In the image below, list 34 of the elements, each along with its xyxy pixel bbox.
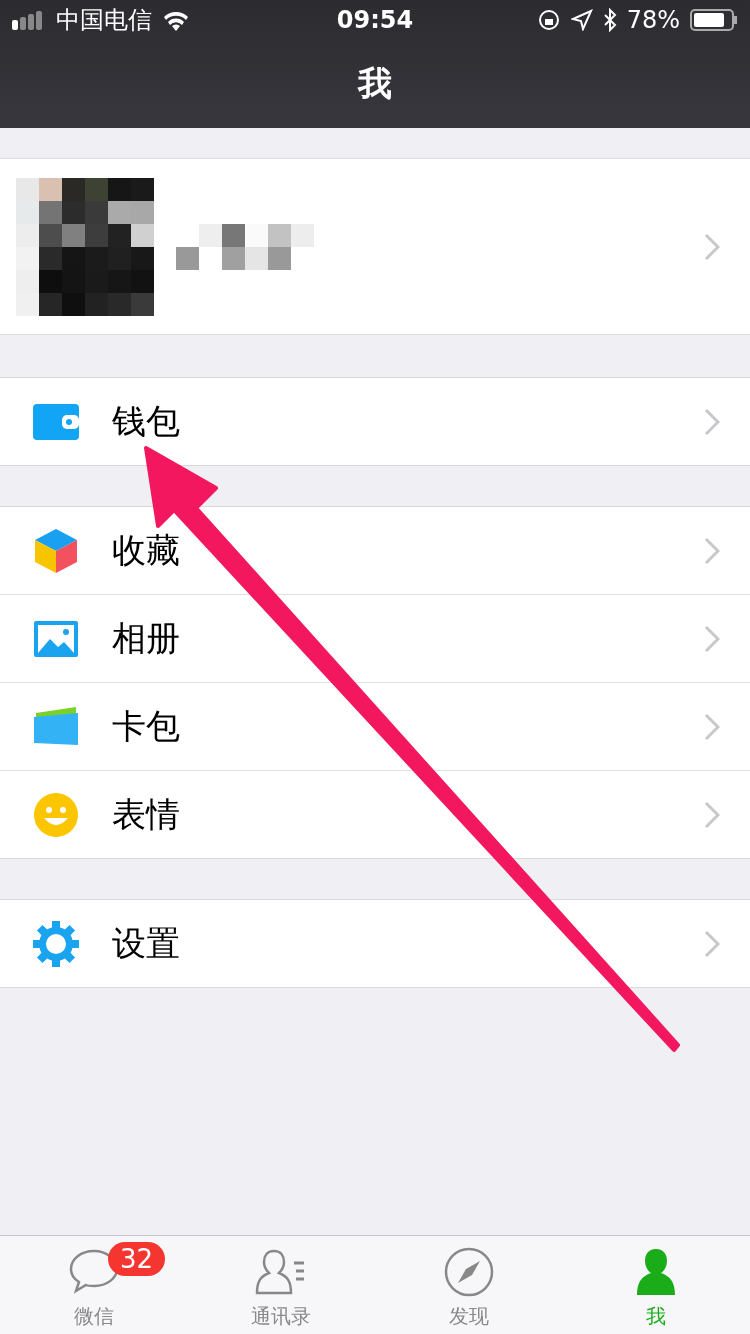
battery-icon [690,9,738,31]
rotation-lock-icon [536,8,561,32]
menu-label: 相册 [112,616,181,660]
chevron-icon [704,407,720,436]
menu-row[interactable]: 钱包 [0,378,750,465]
tab-label: 微信 [73,1303,114,1330]
tab-label: 我 [646,1303,667,1330]
page-title: 我 [356,62,393,105]
chevron-icon [704,800,720,829]
menu-label: 设置 [112,921,181,965]
battery-percent: 78% [626,6,680,34]
tab-label: 发现 [448,1303,489,1330]
menu-row[interactable]: 收藏 [0,507,750,594]
chevron-icon [704,536,720,565]
menu-label: 钱包 [112,399,181,443]
menu-label: 卡包 [112,704,181,748]
bluetooth-icon [602,8,617,32]
tab-label: 通讯录 [251,1303,312,1330]
wifi-icon [162,9,190,31]
chevron-icon [704,712,720,741]
gear-icon [32,919,80,968]
menu-label: 表情 [112,792,181,836]
tab-item[interactable]: 微信 32 [0,1236,188,1334]
chevron-icon [704,232,720,261]
chevron-icon [704,624,720,653]
clock-time: 09:54 [336,6,414,34]
cube-icon [32,526,80,575]
profile-card[interactable] [0,158,750,335]
unread-count: 32 [108,1242,166,1276]
location-arrow-icon [570,9,593,31]
chevron-icon [704,929,720,958]
menu-label: 收藏 [112,528,181,572]
smiley-icon [32,790,80,839]
carrier-name: 中国电信 [56,5,152,36]
